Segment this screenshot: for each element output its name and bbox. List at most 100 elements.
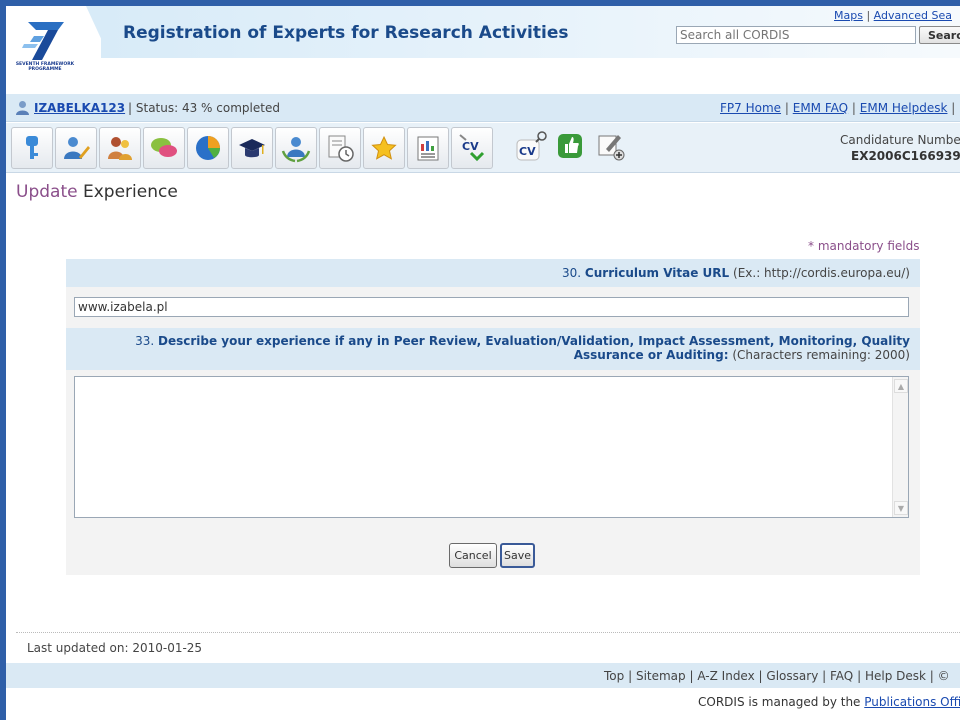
advanced-search-link[interactable]: Advanced Sea [874,9,952,22]
tool-document-history[interactable] [319,127,361,169]
utility-links: FP7 Home | EMM FAQ | EMM Helpdesk | [720,101,955,115]
site-header: SEVENTH FRAMEWORK PROGRAMME Registration… [6,6,960,94]
separator: | [822,669,827,683]
page-title-rest: Experience [77,182,178,202]
tool-education[interactable] [231,127,273,169]
status-completion: Status: 43 % completed [135,101,280,115]
page: SEVENTH FRAMEWORK PROGRAMME Registration… [6,6,960,720]
fp7-logo-icon [22,22,64,60]
tool-cv-download[interactable]: CV [451,127,493,169]
page-title: Update Experience [16,182,178,202]
user-icon [16,101,29,115]
tool-chat[interactable] [143,127,185,169]
tool-group-award[interactable] [275,127,317,169]
mandatory-note: * mandatory fields [808,239,920,253]
cv-url-input[interactable] [74,297,909,317]
section-toolbar: CV CV Candidature Numbe EX2006C166939 [6,123,960,173]
field-number: 33. [135,334,155,348]
username-link[interactable]: IZABELKA123 [34,101,125,115]
users-icon [108,137,132,160]
separator: | [866,9,871,22]
chat-icon [151,138,177,157]
field-number: 30. [562,266,582,280]
field-title: Curriculum Vitae URL [584,266,730,280]
footer-link-az-index[interactable]: A-Z Index [697,669,754,683]
thumbs-up-icon [558,134,582,158]
user-edit-icon [64,137,90,159]
field-title-line1: Describe your experience if any in Peer … [157,334,910,348]
document-clock-icon [328,135,354,162]
scroll-up-icon[interactable]: ▲ [894,379,908,393]
page-title-accent: Update [16,182,78,202]
logo-text: SEVENTH FRAMEWORK PROGRAMME [15,62,75,72]
footer-links-bar: Top | Sitemap | A-Z Index | Glossary | F… [6,663,960,688]
candidature-label: Candidature Numbe [840,133,960,147]
separator: | [857,669,862,683]
save-button[interactable]: Save [500,543,535,568]
cancel-button[interactable]: Cancel [449,543,497,568]
form-buttons: Cancel Save [66,531,920,575]
tool-pie-chart[interactable] [187,127,229,169]
footer-copyright: | © [929,669,950,683]
fp7-home-link[interactable]: FP7 Home [720,101,781,115]
tool-key[interactable] [11,127,53,169]
separator: | [689,669,694,683]
edit-add-icon [598,135,625,161]
emm-faq-link[interactable]: EMM FAQ [793,101,848,115]
separator: | [758,669,763,683]
report-icon [417,136,439,161]
fp7-logo[interactable]: SEVENTH FRAMEWORK PROGRAMME [14,18,76,78]
star-icon [371,135,397,160]
tool-favourites[interactable] [363,127,405,169]
key-icon [26,136,38,159]
footer-link-top[interactable]: Top [604,669,624,683]
field-30-label: 30. Curriculum Vitae URL (Ex.: http://co… [66,259,920,287]
separator: | [628,669,633,683]
scroll-down-icon[interactable]: ▼ [894,501,908,515]
experience-textarea[interactable]: ▲ ▼ [74,376,909,518]
footer-link-help-desk[interactable]: Help Desk [865,669,926,683]
tool-cv-search[interactable]: CV [515,129,551,165]
pie-chart-icon [196,136,220,160]
cv-text: CV [462,140,479,153]
managed-by-text: CORDIS is managed by the [698,695,865,709]
tool-users[interactable] [99,127,141,169]
field-33-label: 33. Describe your experience if any in P… [66,328,920,370]
candidature-number: EX2006C166939 [851,149,960,163]
graduation-cap-icon [239,139,265,158]
tool-report[interactable] [407,127,449,169]
experience-form: 30. Curriculum Vitae URL (Ex.: http://co… [66,259,920,575]
footer-links: Top | Sitemap | A-Z Index | Glossary | F… [604,669,950,683]
textarea-scrollbar[interactable]: ▲ ▼ [892,377,908,517]
footer-link-faq[interactable]: FAQ [830,669,853,683]
footer-divider [16,632,960,633]
maps-link[interactable]: Maps [834,9,863,22]
publications-office-link[interactable]: Publications Offi [864,695,960,709]
site-title: Registration of Experts for Research Act… [123,23,569,43]
cv-search-icon: CV [516,131,547,161]
field-title-line2: Assurance or Auditing: [573,348,729,362]
footer-link-sitemap[interactable]: Sitemap [636,669,686,683]
header-notch [86,6,110,58]
separator: | [951,101,956,115]
emm-helpdesk-link[interactable]: EMM Helpdesk [860,101,948,115]
cv-text: CV [519,145,536,158]
last-updated: Last updated on: 2010-01-25 [27,641,203,655]
search-input[interactable] [676,26,916,44]
separator: | [128,101,133,115]
tool-user-edit[interactable] [55,127,97,169]
top-links: Maps | Advanced Sea [834,9,952,22]
status-text: | Status: 43 % completed [128,101,280,115]
tool-edit-add[interactable] [594,129,630,165]
separator: | [784,101,789,115]
tool-approve[interactable] [555,129,591,165]
footer-link-glossary[interactable]: Glossary [766,669,818,683]
group-award-icon [281,137,311,163]
search-button[interactable]: Searc [919,26,960,44]
field-hint: (Ex.: http://cordis.europa.eu/) [733,266,910,280]
user-status-bar: IZABELKA123 | Status: 43 % completed FP7… [6,94,960,122]
cv-download-icon: CV [459,134,485,162]
separator: | [851,101,856,115]
managed-by: CORDIS is managed by the Publications Of… [698,695,960,709]
characters-remaining: (Characters remaining: 2000) [732,348,910,362]
